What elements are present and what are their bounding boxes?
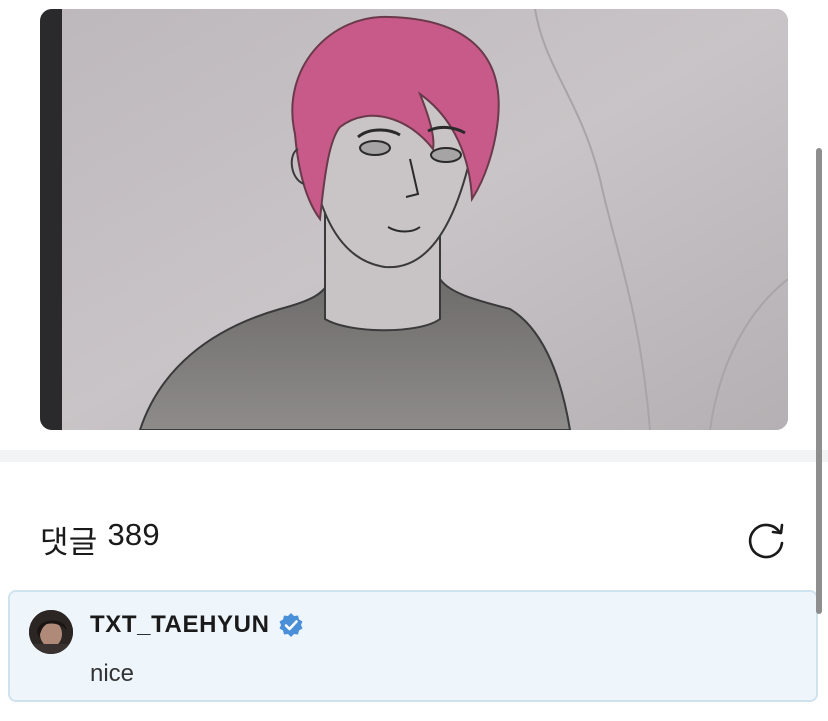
- author-row: TXT_TAEHYUN: [90, 610, 304, 640]
- refresh-button[interactable]: [746, 518, 788, 560]
- author-name[interactable]: TXT_TAEHYUN: [90, 611, 270, 639]
- comments-header: 댓글 389: [40, 516, 788, 562]
- section-divider: [0, 450, 828, 462]
- avatar[interactable]: [29, 610, 73, 654]
- refresh-icon: [748, 523, 784, 559]
- post-image[interactable]: [40, 9, 788, 430]
- comments-label: 댓글: [40, 524, 98, 560]
- comment-text: nice: [90, 660, 135, 687]
- comment-item[interactable]: TXT_TAEHYUN nice: [8, 590, 818, 702]
- post-page: 댓글 389 TXT_TAEHYUN nice: [0, 0, 828, 721]
- comments-count: 389: [107, 516, 160, 552]
- comments-title: 댓글 389: [40, 517, 160, 562]
- fan-drawing-image: [40, 9, 788, 430]
- scrollbar[interactable]: [816, 148, 822, 614]
- avatar-image: [29, 610, 73, 654]
- verified-badge-icon: [278, 612, 304, 638]
